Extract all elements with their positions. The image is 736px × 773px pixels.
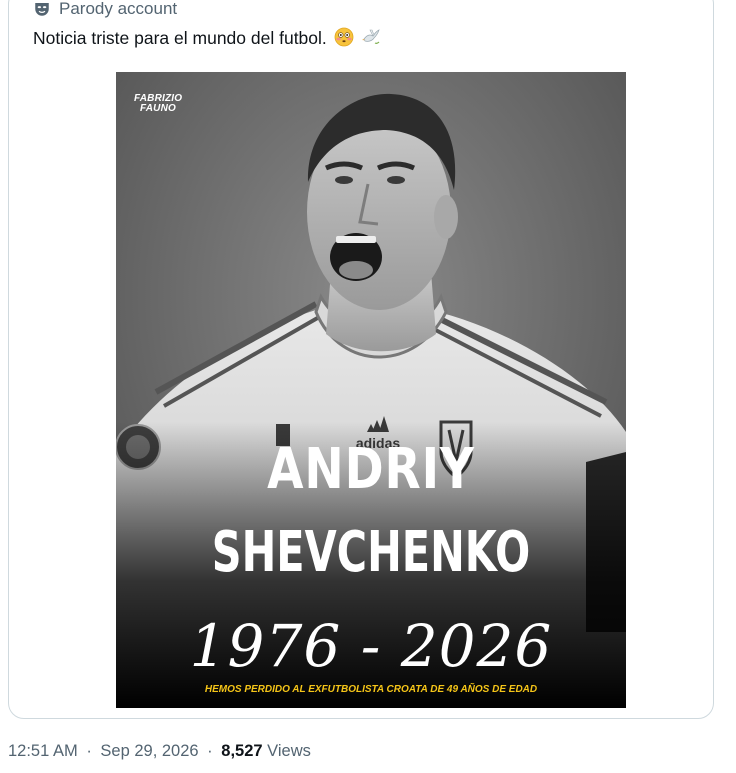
tweet-text: Noticia triste para el mundo del futbol. <box>33 27 381 49</box>
parody-label-text: Parody account <box>59 0 178 18</box>
parody-mask-icon <box>35 3 49 16</box>
views-count: 8,527 <box>221 742 263 760</box>
post-meta: 12:51 AM · Sep 29, 2026 · 8,527 Views <box>8 742 311 761</box>
post-date[interactable]: Sep 29, 2026 <box>100 742 198 760</box>
headline-last-name: SHEVCHENKO <box>211 520 531 585</box>
parody-label: Parody account <box>33 0 177 20</box>
years-text: 1976 - 2026 <box>189 612 553 680</box>
dove-icon <box>361 29 380 44</box>
image-caption: HEMOS PERDIDO AL EXFUTBOLISTA CROATA DE … <box>204 684 538 695</box>
post-time[interactable]: 12:51 AM <box>8 742 78 760</box>
meta-separator: · <box>207 742 213 760</box>
headline-first-name: ANDRIY <box>267 437 475 502</box>
brand-line-2: FAUNO <box>140 103 176 114</box>
tweet-text-body: Noticia triste para el mundo del futbol. <box>33 28 327 48</box>
post-image[interactable]: adidas FABRIZIO FAUNO ANDRIY SHEVCHENKO … <box>116 72 626 708</box>
tweet-card: Parody account Noticia triste para el mu… <box>8 0 714 719</box>
meta-separator: · <box>86 742 92 760</box>
flushed-face-icon <box>334 27 354 47</box>
views-label: Views <box>267 742 311 760</box>
brand-watermark: FABRIZIO FAUNO <box>134 94 182 114</box>
